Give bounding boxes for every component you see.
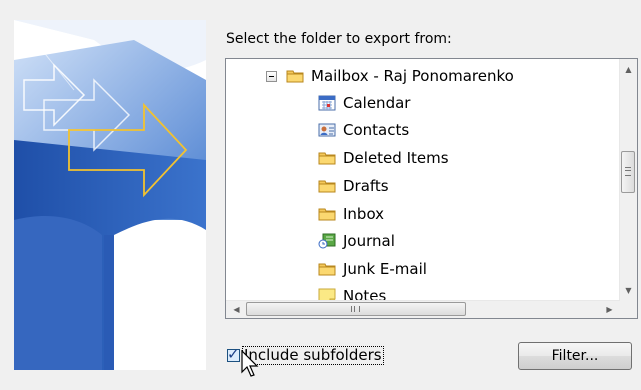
scrollbar-corner [620,301,637,318]
tree-item-notes[interactable]: Notes [318,285,389,301]
include-subfolders-checkbox[interactable]: ✓ [227,344,240,363]
calendar-icon [318,95,336,111]
tree-item-calendar[interactable]: Calendar [318,92,413,114]
journal-icon [318,233,336,249]
tree-item-label: Contacts [343,121,410,139]
contacts-icon [318,122,336,138]
tree-item-label: Junk E-mail [343,260,427,278]
folder-icon [318,261,336,277]
tree-item-label: Journal [343,232,395,250]
tree-item-junk-email[interactable]: Junk E-mail [318,258,430,280]
tree-item-label: Drafts [343,177,389,195]
scroll-left-icon[interactable]: ◀ [228,301,245,318]
tree-item-mailbox[interactable]: Mailbox - Raj Ponomarenko [266,65,517,87]
folder-icon [318,150,336,166]
folder-icon [286,68,304,84]
include-subfolders-label[interactable]: Include subfolders [242,345,384,365]
tree-item-label: Inbox [343,205,385,223]
wizard-artwork [14,20,206,370]
folder-tree-list: Mailbox - Raj Ponomarenko Calendar Conta… [226,59,620,301]
vertical-scrollbar[interactable]: ▲ ▼ [619,59,637,301]
tree-item-journal[interactable]: Journal [318,230,398,252]
vertical-scroll-thumb[interactable] [621,151,635,193]
horizontal-scrollbar[interactable]: ◀ ▶ [226,300,620,318]
tree-item-label: Calendar [343,94,411,112]
tree-item-label: Notes [343,287,387,301]
folder-tree[interactable]: Mailbox - Raj Ponomarenko Calendar Conta… [225,58,638,319]
tree-item-label: Mailbox - Raj Ponomarenko [311,67,514,85]
collapse-toggle-icon[interactable] [266,70,277,82]
export-folder-prompt: Select the folder to export from: [226,31,452,47]
horizontal-scroll-thumb[interactable] [246,302,466,316]
tree-item-drafts[interactable]: Drafts [318,175,392,197]
filter-button[interactable]: Filter... [518,342,632,370]
folder-icon [318,178,336,194]
tree-item-deleted-items[interactable]: Deleted Items [318,147,452,169]
tree-item-inbox[interactable]: Inbox [318,203,387,225]
mouse-pointer-icon [241,350,259,377]
folder-icon [318,206,336,222]
scroll-right-icon[interactable]: ▶ [601,301,618,318]
checkmark-icon: ✓ [227,344,240,363]
scroll-down-icon[interactable]: ▼ [620,282,637,299]
tree-item-label: Deleted Items [343,149,449,167]
scroll-up-icon[interactable]: ▲ [620,61,637,78]
arrow-artwork-icon [14,20,206,370]
tree-item-contacts[interactable]: Contacts [318,119,412,141]
